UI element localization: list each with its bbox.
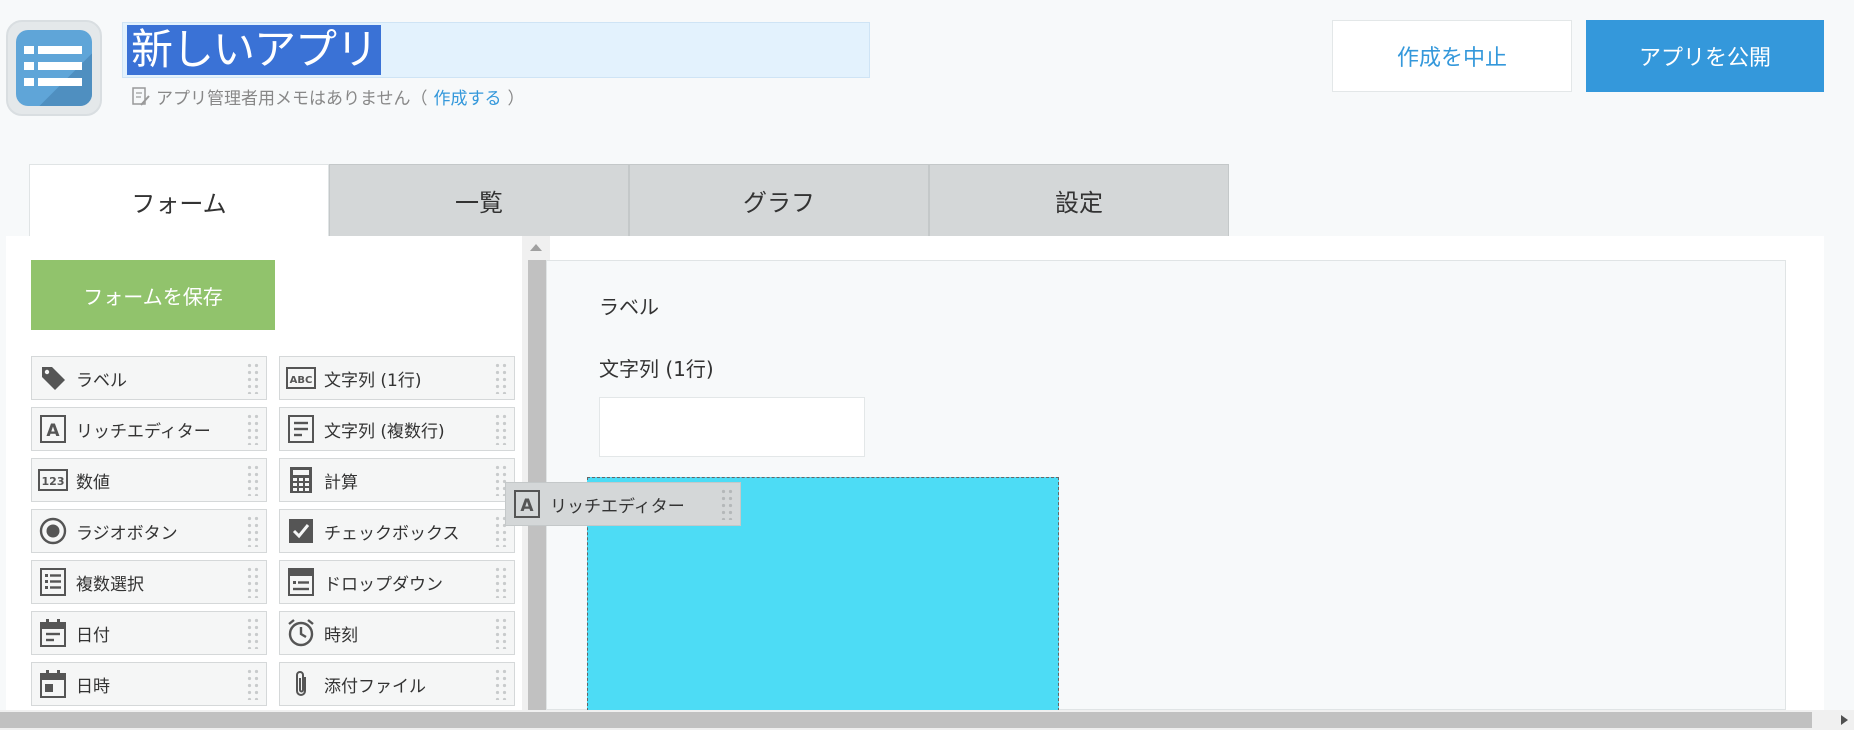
field-item-text: リッチエディター <box>76 421 211 442</box>
field-item-text: 日付 <box>76 625 110 646</box>
field-item-time[interactable]: 時刻 <box>279 611 515 655</box>
multi-select-icon <box>38 567 68 597</box>
memo-edit-icon <box>132 86 150 106</box>
canvas-label-field[interactable]: ラベル <box>599 291 659 320</box>
drag-handle-icon[interactable] <box>494 617 508 649</box>
field-item-text: 添付ファイル <box>324 676 426 697</box>
rich-text-icon: A <box>512 489 542 519</box>
field-item-text: 文字列 (複数行) <box>324 421 445 442</box>
field-item-text: 数値 <box>76 472 110 493</box>
field-item-calculation[interactable]: 計算 <box>279 458 515 502</box>
datetime-icon <box>38 669 68 699</box>
svg-text:A: A <box>46 421 60 441</box>
drag-handle-icon[interactable] <box>246 464 260 496</box>
drag-handle-icon[interactable] <box>246 617 260 649</box>
field-item-multi-line-text[interactable]: 文字列 (複数行) <box>279 407 515 451</box>
field-item-text: ラベル <box>76 370 127 391</box>
admin-memo: アプリ管理者用メモはありません（ 作成する） <box>132 84 525 109</box>
tag-icon <box>38 363 68 393</box>
save-form-button[interactable]: フォームを保存 <box>31 260 275 330</box>
tab-list[interactable]: 一覧 <box>329 164 629 236</box>
field-item-text: 文字列 (1行) <box>324 370 422 391</box>
tab-form[interactable]: フォーム <box>29 164 329 238</box>
field-item-number[interactable]: 123 数値 <box>31 458 267 502</box>
drag-handle-icon[interactable] <box>246 362 260 394</box>
paperclip-icon <box>286 669 316 699</box>
publish-app-button[interactable]: アプリを公開 <box>1586 20 1824 92</box>
drag-handle-icon[interactable] <box>246 413 260 445</box>
app-icon[interactable] <box>6 20 102 116</box>
field-item-single-line-text[interactable]: ABC 文字列 (1行) <box>279 356 515 400</box>
dragging-field-text: リッチエディター <box>550 496 685 517</box>
field-item-text: 日時 <box>76 676 110 697</box>
field-item-checkbox[interactable]: チェックボックス <box>279 509 515 553</box>
canvas-text-input[interactable] <box>599 397 865 457</box>
horizontal-scrollbar-thumb[interactable] <box>0 712 1812 728</box>
field-item-text: チェックボックス <box>324 523 460 544</box>
tab-graph[interactable]: グラフ <box>629 164 929 236</box>
svg-text:ABC: ABC <box>290 375 313 386</box>
multiline-text-icon <box>286 414 316 444</box>
svg-text:123: 123 <box>42 475 65 488</box>
dropdown-icon <box>286 567 316 597</box>
field-palette: フォームを保存 ラベル ABC 文字列 (1行) A リッチエディター 文字列 … <box>6 236 522 710</box>
field-item-datetime[interactable]: 日時 <box>31 662 267 706</box>
field-item-dropdown[interactable]: ドロップダウン <box>279 560 515 604</box>
canvas-text-field-label: 文字列 (1行) <box>599 357 714 381</box>
list-icon <box>24 46 82 86</box>
drag-handle-icon[interactable] <box>246 668 260 700</box>
app-title-input[interactable]: 新しいアプリ <box>122 22 870 78</box>
calendar-icon <box>38 618 68 648</box>
app-title: 新しいアプリ <box>127 25 382 75</box>
field-item-label[interactable]: ラベル <box>31 356 267 400</box>
drag-handle-icon[interactable] <box>246 566 260 598</box>
field-item-date[interactable]: 日付 <box>31 611 267 655</box>
drag-handle-icon[interactable] <box>494 362 508 394</box>
field-item-radio-button[interactable]: ラジオボタン <box>31 509 267 553</box>
form-editor: フォームを保存 ラベル ABC 文字列 (1行) A リッチエディター 文字列 … <box>6 236 1824 711</box>
field-item-rich-editor[interactable]: A リッチエディター <box>31 407 267 451</box>
tab-bar: フォーム 一覧 グラフ 設定 <box>29 164 1229 238</box>
clock-icon <box>286 618 316 648</box>
drag-handle-icon[interactable] <box>494 413 508 445</box>
memo-text: アプリ管理者用メモはありません（ <box>156 89 428 109</box>
drag-handle-icon[interactable] <box>494 566 508 598</box>
field-item-text: 複数選択 <box>76 574 144 595</box>
rich-text-icon: A <box>38 414 68 444</box>
field-item-text: ラジオボタン <box>76 523 178 544</box>
field-item-multi-select[interactable]: 複数選択 <box>31 560 267 604</box>
drag-handle-icon[interactable] <box>494 668 508 700</box>
cancel-creation-button[interactable]: 作成を中止 <box>1332 20 1572 92</box>
tab-settings[interactable]: 設定 <box>929 164 1229 236</box>
drag-handle-icon[interactable] <box>720 488 734 520</box>
number-icon: 123 <box>38 465 68 495</box>
scroll-up-icon[interactable] <box>530 244 542 251</box>
field-item-attachment[interactable]: 添付ファイル <box>279 662 515 706</box>
dragging-field-rich-editor[interactable]: A リッチエディター <box>505 482 741 526</box>
svg-text:A: A <box>520 496 534 516</box>
radio-icon <box>38 516 68 546</box>
field-item-text: 計算 <box>324 472 358 493</box>
memo-close: ） <box>507 89 525 109</box>
drag-handle-icon[interactable] <box>246 515 260 547</box>
field-item-text: 時刻 <box>324 625 358 646</box>
checkbox-icon <box>286 516 316 546</box>
scroll-right-icon[interactable] <box>1841 715 1848 725</box>
horizontal-scrollbar[interactable] <box>0 710 1854 730</box>
abc-icon: ABC <box>286 363 316 393</box>
memo-create-link[interactable]: 作成する <box>434 84 502 109</box>
field-item-text: ドロップダウン <box>324 574 443 595</box>
calculator-icon <box>286 465 316 495</box>
